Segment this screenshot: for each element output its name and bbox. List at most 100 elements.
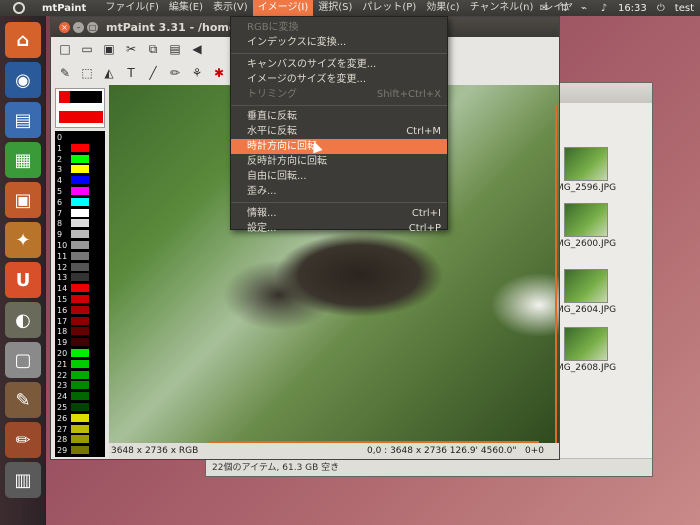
camera-icon[interactable]: ▢ <box>5 342 41 378</box>
palette-entry[interactable]: 13 <box>55 273 105 282</box>
palette-entry[interactable]: 25 <box>55 403 105 412</box>
network-icon[interactable]: ⌁ <box>578 3 590 14</box>
workspaces-icon[interactable]: ▥ <box>5 462 41 498</box>
back-arrow-icon[interactable]: ◀ <box>189 41 205 57</box>
palette-entry[interactable]: 19 <box>55 338 105 347</box>
palette-entry[interactable]: 15 <box>55 295 105 304</box>
menu-item-flip-horizontal[interactable]: 水平に反転 Ctrl+M <box>231 124 447 139</box>
clone-icon[interactable]: ⚘ <box>189 65 205 81</box>
menu-palette[interactable]: パレット(P) <box>357 0 421 16</box>
fill-icon[interactable]: ◭ <box>101 65 117 81</box>
paint-brushes-icon[interactable]: ✎ <box>5 382 41 418</box>
palette-color-swatch <box>71 403 89 411</box>
palette-index: 17 <box>57 316 68 326</box>
menu-item-rotate-anticlockwise[interactable]: 反時計方向に回転 <box>231 154 447 169</box>
new-file-icon[interactable]: □ <box>57 41 73 57</box>
user-name[interactable]: test <box>675 3 694 14</box>
palette-entry[interactable]: 6 <box>55 197 105 207</box>
menu-item-crop[interactable]: トリミング Shift+Ctrl+X <box>231 87 447 102</box>
palette-entry[interactable]: 7 <box>55 208 105 218</box>
palette-entry[interactable]: 8 <box>55 219 105 228</box>
menu-item-image-size[interactable]: イメージのサイズを変更... <box>231 72 447 87</box>
palette-color-swatch <box>71 349 89 357</box>
palette-entry[interactable]: 4 <box>55 176 105 185</box>
palette-entry[interactable]: 1 <box>55 143 105 153</box>
thumbnail-item[interactable]: MG_2604.JPG <box>556 269 616 315</box>
menu-item-preferences[interactable]: 設定... Ctrl+P <box>231 221 447 236</box>
thumbnail-item[interactable]: MG_2600.JPG <box>556 203 616 249</box>
palette-entry[interactable]: 5 <box>55 187 105 196</box>
palette-entry[interactable]: 24 <box>55 392 105 401</box>
maximize-icon[interactable]: □ <box>87 21 98 33</box>
color-preview[interactable] <box>55 88 105 128</box>
line-icon[interactable]: ╱ <box>145 65 161 81</box>
ubuntu-logo-icon[interactable] <box>10 0 28 16</box>
menu-item-skew[interactable]: 歪み... <box>231 184 447 199</box>
palette-index: 13 <box>57 273 68 283</box>
palette-entry[interactable]: 21 <box>55 359 105 369</box>
palette-entry[interactable]: 11 <box>55 251 105 261</box>
menu-select[interactable]: 選択(S) <box>313 0 357 16</box>
palette-entry[interactable]: 14 <box>55 284 105 293</box>
menu-item-information[interactable]: 情報... Ctrl+I <box>231 206 447 221</box>
menu-item-convert-indexed[interactable]: インデックスに変換... <box>231 35 447 50</box>
software-center-icon[interactable]: ✦ <box>5 222 41 258</box>
palette-color-swatch <box>71 262 89 271</box>
volume-icon[interactable]: ♪ <box>598 3 610 14</box>
menu-view[interactable]: 表示(V) <box>208 0 253 16</box>
palette-entry[interactable]: 22 <box>55 370 105 380</box>
calc-icon[interactable]: ▦ <box>5 142 41 178</box>
palette-entry[interactable]: 0 <box>55 133 105 142</box>
palette-entry[interactable]: 26 <box>55 413 105 423</box>
clock[interactable]: 16:33 <box>618 3 647 14</box>
save-icon[interactable]: ▣ <box>101 41 117 57</box>
minimize-icon[interactable]: – <box>73 21 84 33</box>
brush-icon[interactable]: ✏ <box>167 65 183 81</box>
menu-effects[interactable]: 効果(c) <box>421 0 464 16</box>
impress-icon[interactable]: ▣ <box>5 182 41 218</box>
mail-icon[interactable]: ✉ <box>538 3 550 14</box>
palette-entry[interactable]: 16 <box>55 305 105 315</box>
close-icon[interactable]: × <box>59 21 70 33</box>
menu-item-flip-vertical[interactable]: 垂直に反転 <box>231 109 447 124</box>
copy-icon[interactable]: ⧉ <box>145 41 161 57</box>
palette-entry[interactable]: 27 <box>55 424 105 434</box>
palette-entry[interactable]: 20 <box>55 349 105 358</box>
palette-entry[interactable]: 10 <box>55 241 105 250</box>
power-icon[interactable]: ⏻ <box>655 3 667 14</box>
palette-entry[interactable]: 23 <box>55 381 105 390</box>
menu-item-canvas-size[interactable]: キャンバスのサイズを変更... <box>231 57 447 72</box>
gimp-icon[interactable]: ◐ <box>5 302 41 338</box>
palette-list[interactable]: 0 1 2 3 4 5 6 7 8 9 10 11 12 13 14 15 16 17 18 19 20 21 22 23 24… <box>55 131 105 457</box>
open-folder-icon[interactable]: ▭ <box>79 41 95 57</box>
palette-entry[interactable]: 29 <box>55 446 105 455</box>
palette-entry[interactable]: 9 <box>55 230 105 239</box>
menu-channels[interactable]: チャンネル(n) <box>465 0 539 16</box>
menu-file[interactable]: ファイル(F) <box>100 0 164 16</box>
ubuntu-one-icon[interactable]: U <box>5 262 41 298</box>
paste-icon[interactable]: ▤ <box>167 41 183 57</box>
cut-icon[interactable]: ✂ <box>123 41 139 57</box>
palette-entry[interactable]: 28 <box>55 435 105 444</box>
palette-entry[interactable]: 2 <box>55 154 105 164</box>
menu-item-convert-rgb[interactable]: RGBに変換 <box>231 20 447 35</box>
palette-entry[interactable]: 3 <box>55 165 105 174</box>
writer-icon[interactable]: ▤ <box>5 102 41 138</box>
menu-image[interactable]: イメージ(I) <box>252 0 314 16</box>
thumbnail-item[interactable]: MG_2596.JPG <box>556 147 616 193</box>
palette-entry[interactable]: 12 <box>55 262 105 272</box>
firefox-icon[interactable]: ◉ <box>5 62 41 98</box>
marquee-icon[interactable]: ✱ <box>211 65 227 81</box>
palette-entry[interactable]: 17 <box>55 316 105 326</box>
selection-icon[interactable]: ⬚ <box>79 65 95 81</box>
menu-edit[interactable]: 編集(E) <box>164 0 208 16</box>
updown-icon[interactable]: ⇅ <box>558 3 570 14</box>
pencil-icon[interactable]: ✎ <box>57 65 73 81</box>
pencils-icon[interactable]: ✏ <box>5 422 41 458</box>
palette-entry[interactable]: 18 <box>55 327 105 336</box>
menu-item-free-rotate[interactable]: 自由に回転... <box>231 169 447 184</box>
menu-item-rotate-clockwise[interactable]: 時計方向に回転 <box>231 139 447 154</box>
home-folder-icon[interactable]: ⌂ <box>5 22 41 58</box>
text-icon[interactable]: T <box>123 65 139 81</box>
thumbnail-item[interactable]: MG_2608.JPG <box>556 327 616 373</box>
